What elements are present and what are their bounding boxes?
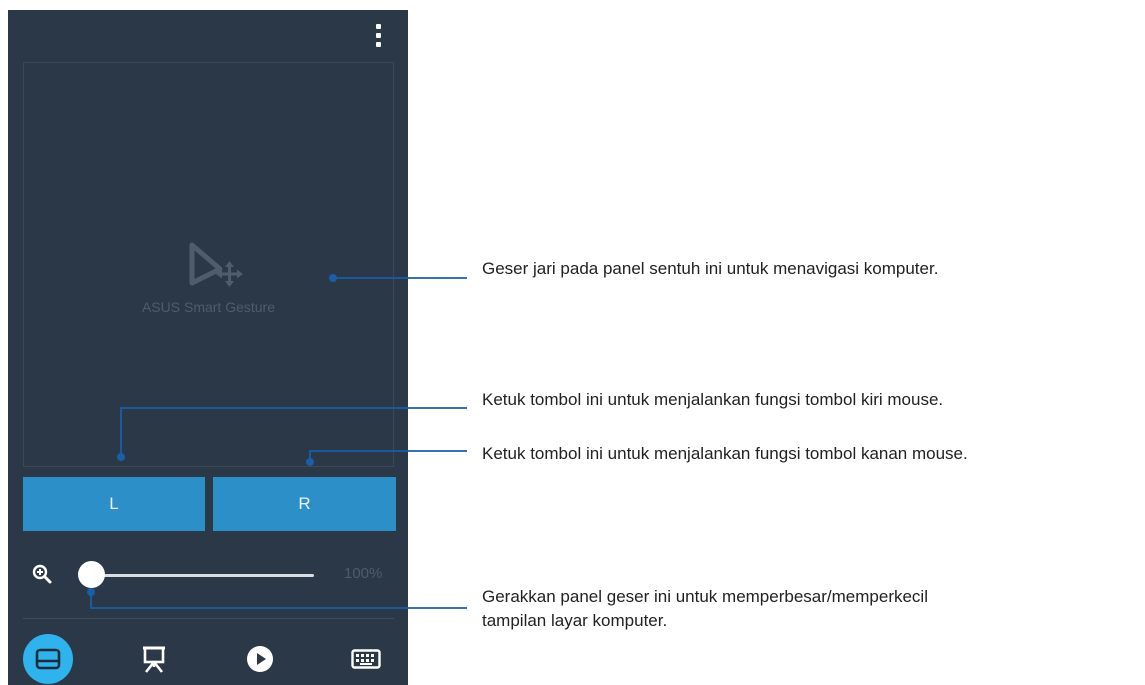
- slider-callout-line1: Gerakkan panel geser ini untuk memperbes…: [482, 587, 928, 606]
- zoom-in-icon: [32, 564, 52, 584]
- play-icon: [247, 646, 273, 672]
- zoom-value: 100%: [344, 565, 383, 582]
- app-name-label: ASUS Smart Gesture: [141, 299, 276, 315]
- touchpad-callout: Geser jari pada panel sentuh ini untuk m…: [482, 259, 939, 278]
- nav-presentation[interactable]: [129, 634, 179, 684]
- phone-screen: ASUS Smart Gesture L R 100%: [8, 10, 408, 685]
- keyboard-icon: [351, 649, 381, 669]
- overflow-menu-icon[interactable]: [372, 24, 384, 48]
- nav-touchpad[interactable]: [23, 634, 73, 684]
- right-button-callout: Ketuk tombol ini untuk menjalankan fungs…: [482, 444, 968, 463]
- slider-callout-line2: tampilan layar komputer.: [482, 611, 668, 630]
- left-button-callout: Ketuk tombol ini untuk menjalankan fungs…: [482, 390, 944, 409]
- left-click-button[interactable]: L: [23, 477, 205, 531]
- nav-keyboard[interactable]: [341, 634, 391, 684]
- nav-media[interactable]: [235, 634, 285, 684]
- presentation-icon: [143, 646, 165, 673]
- zoom-slider-track[interactable]: [92, 574, 314, 577]
- gesture-cursor-icon: [189, 242, 243, 287]
- zoom-slider-thumb[interactable]: [78, 561, 105, 588]
- divider: [23, 618, 394, 619]
- touchpad-icon: [35, 648, 61, 670]
- touchpad-panel[interactable]: ASUS Smart Gesture: [23, 62, 394, 467]
- right-click-button[interactable]: R: [213, 477, 396, 531]
